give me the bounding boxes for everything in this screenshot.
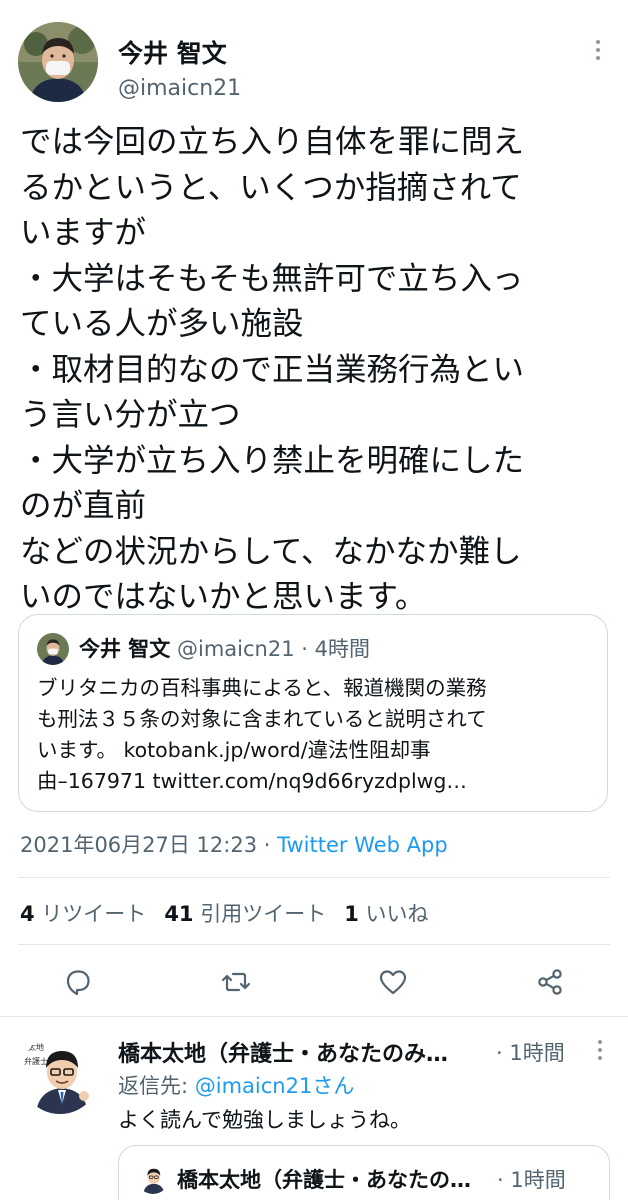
quoted-tweet-header: 今井 智文 @imaicn21 · 4時間 (79, 633, 370, 663)
tweet-text-line: う言い分が立つ (20, 397, 241, 433)
quoted-author-handle: @imaicn21 (177, 637, 295, 661)
quoted-tweet-card[interactable]: 今井 智文 @imaicn21 · 4時間 ブリタニカの百科事典によると、報道機… (18, 614, 608, 812)
tweet-source-link[interactable]: Twitter Web App (277, 833, 448, 857)
reply-to-line: 返信先: @imaicn21さん (118, 1070, 354, 1100)
share-icon[interactable] (534, 966, 566, 998)
quoted-tweet-text: ブリタニカの百科事典によると、報道機関の業務 も刑法３５条の対象に含まれていると… (37, 673, 597, 797)
tweet-stats: 4 リツイート 41 引用ツイート 1 いいね (20, 898, 429, 928)
tweet-text-line: のが直前 (20, 488, 147, 524)
quotes-stat[interactable]: 41 引用ツイート (164, 902, 326, 926)
tweet-text-line: ・大学はそもそも無許可で立ち入っ (20, 260, 524, 297)
quotes-label: 引用ツイート (200, 902, 327, 926)
comment-icon[interactable] (62, 966, 94, 998)
separator-dot: · (294, 637, 315, 661)
reply-to-mention[interactable]: @imaicn21さん (195, 1074, 355, 1098)
tweet-text-line: いますが (20, 215, 147, 251)
likes-stat[interactable]: 1 いいね (344, 902, 428, 926)
divider (18, 877, 610, 878)
separator-dot: · (497, 1168, 511, 1192)
retweets-count: 4 (20, 902, 35, 926)
tweet-timestamp[interactable]: 2021年06月27日 12:23 (20, 833, 257, 857)
heart-icon[interactable] (377, 966, 409, 998)
likes-label: いいね (365, 902, 429, 926)
quoted-text-line: も刑法３５条の対象に含まれていると説明されて (37, 707, 487, 731)
svg-text:弁護士: 弁護士 (24, 1056, 48, 1066)
tweet-text: では今回の立ち入り自体を罪に問え るかというと、いくつか指摘されて いますが ・… (20, 120, 616, 621)
tweet-text-line: ・取材目的なので正当業務行為とい (20, 351, 525, 388)
tweet-text-line: るかというと、いくつか指摘されて (20, 169, 522, 206)
divider (18, 944, 610, 945)
quoted-text-line: 由–167971 twitter.com/nq9d66ryzdplwg… (37, 769, 467, 793)
tweet-text-line: ている人が多い施設 (20, 306, 304, 342)
reply-quoted-time-label: 1時間 (510, 1168, 566, 1192)
reply-author-name[interactable]: 橋本太地（弁護士・あなたのみ… (118, 1036, 448, 1068)
reply-to-label: 返信先: (118, 1074, 195, 1098)
divider (0, 1016, 628, 1017)
reply-quoted-avatar (137, 1162, 169, 1194)
quoted-author-avatar (37, 633, 69, 665)
author-avatar[interactable] (18, 22, 98, 102)
tweet-metadata: 2021年06月27日 12:23 · Twitter Web App (20, 829, 448, 859)
tweet-text-line: などの状況からして、なかなか難し (20, 533, 522, 570)
reply-author-avatar[interactable]: 太地 弁護士 (20, 1034, 100, 1114)
quoted-text-line: ブリタニカの百科事典によると、報道機関の業務 (37, 676, 487, 700)
quoted-author-name: 今井 智文 (79, 637, 171, 661)
reply-quoted-tweet-card[interactable]: 橋本太地（弁護士・あなたの… · 1時間 (118, 1145, 610, 1200)
reply-text: よく読んで勉強しましょうね。 (118, 1108, 411, 1132)
quoted-text-line: います。 kotobank.jp/word/違法性阻却事 (37, 738, 431, 762)
more-options-icon[interactable] (590, 1038, 610, 1064)
quotes-count: 41 (164, 902, 194, 926)
svg-text:太地: 太地 (28, 1042, 44, 1052)
retweet-icon[interactable] (220, 966, 252, 998)
separator-dot: · (496, 1041, 510, 1065)
separator-dot: · (257, 833, 278, 857)
reply-quoted-time: · 1時間 (497, 1164, 566, 1194)
tweet-text-line: ・大学が立ち入り禁止を明確にした (20, 442, 525, 479)
reply-quoted-author-name: 橋本太地（弁護士・あなたの… (177, 1168, 471, 1192)
retweets-stat[interactable]: 4 リツイート (20, 902, 146, 926)
more-options-icon[interactable] (588, 38, 608, 68)
author-name[interactable]: 今井 智文 (118, 34, 227, 70)
retweets-label: リツイート (41, 902, 147, 926)
reply-time-label[interactable]: 1時間 (509, 1041, 564, 1065)
likes-count: 1 (344, 902, 359, 926)
quoted-tweet-time: 4時間 (314, 637, 370, 661)
author-handle[interactable]: @imaicn21 (118, 76, 241, 101)
tweet-detail-screen: 今井 智文 @imaicn21 では今回の立ち入り自体を罪に問え るかというと、… (0, 0, 628, 1200)
tweet-text-line: では今回の立ち入り自体を罪に問え (20, 124, 525, 160)
reply-time: · 1時間 (496, 1037, 565, 1067)
